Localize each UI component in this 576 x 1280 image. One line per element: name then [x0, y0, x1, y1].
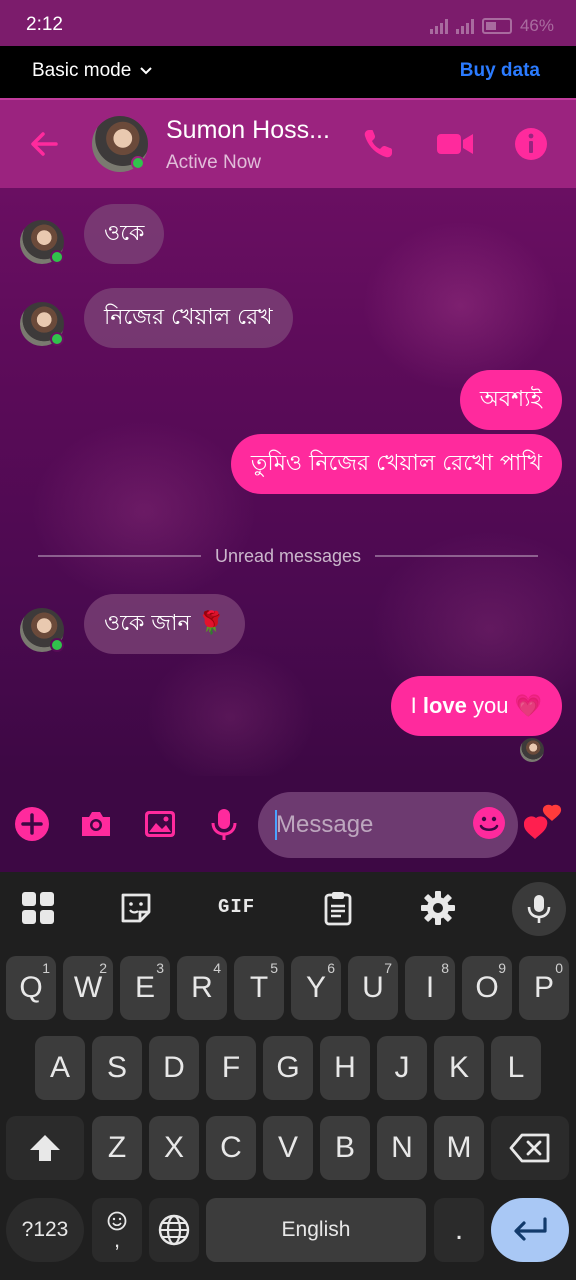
outgoing-message[interactable]: তুমিও নিজের খেয়াল রেখো পাখি	[230, 434, 562, 494]
conversation-area[interactable]: ওকে নিজের খেয়াল রেখ অবশ্যই তুমিও নিজের …	[0, 188, 576, 776]
status-indicators: 46%	[429, 16, 554, 36]
key-c[interactable]: C	[206, 1116, 256, 1180]
status-bar: 2:12 46%	[0, 0, 576, 46]
online-indicator	[50, 638, 64, 652]
microphone-icon	[527, 895, 551, 923]
key-m[interactable]: M	[434, 1116, 484, 1180]
shift-key[interactable]	[6, 1116, 84, 1180]
key-l[interactable]: L	[491, 1036, 541, 1100]
microphone-icon[interactable]	[206, 806, 242, 842]
key-g[interactable]: G	[263, 1036, 313, 1100]
backspace-icon	[509, 1133, 550, 1163]
chat-header: Sumon Hoss... Active Now	[0, 98, 576, 188]
key-t[interactable]: T5	[234, 956, 284, 1020]
divider-line	[375, 555, 539, 557]
key-d[interactable]: D	[149, 1036, 199, 1100]
key-e[interactable]: E3	[120, 956, 170, 1020]
online-indicator	[50, 250, 64, 264]
key-n[interactable]: N	[377, 1116, 427, 1180]
gif-button[interactable]: GIF	[218, 896, 258, 932]
key-f[interactable]: F	[206, 1036, 256, 1100]
message-text-prefix: I	[410, 693, 423, 718]
incoming-message[interactable]: ওকে জান 🌹	[84, 594, 245, 654]
voice-input-button[interactable]	[512, 882, 566, 936]
chevron-down-icon	[140, 67, 152, 75]
globe-icon	[158, 1214, 190, 1246]
key-a[interactable]: A	[35, 1036, 85, 1100]
message-composer	[0, 776, 576, 872]
key-i[interactable]: I8	[405, 956, 455, 1020]
basic-mode-banner: Basic mode Buy data	[0, 46, 576, 98]
key-h[interactable]: H	[320, 1036, 370, 1100]
basic-mode-dropdown[interactable]: Basic mode	[32, 60, 153, 82]
soft-keyboard: Q1 W2 E3 R4 T5 Y6 U7 I8 O9 P0 A S D F G …	[0, 944, 576, 1280]
online-indicator	[50, 332, 64, 346]
outgoing-message[interactable]: অবশ্যই	[459, 370, 562, 430]
buy-data-link[interactable]: Buy data	[460, 60, 540, 82]
key-p[interactable]: P0	[519, 956, 569, 1020]
contact-name[interactable]: Sumon Hoss...	[166, 116, 330, 145]
camera-icon[interactable]	[78, 806, 114, 842]
sticker-icon[interactable]	[118, 890, 154, 926]
language-key[interactable]	[149, 1198, 199, 1262]
key-r[interactable]: R4	[177, 956, 227, 1020]
online-indicator	[131, 156, 145, 170]
settings-gear-icon[interactable]	[420, 890, 456, 926]
unread-divider: Unread messages	[38, 544, 539, 568]
key-w[interactable]: W2	[63, 956, 113, 1020]
incoming-message[interactable]: ওকে	[84, 204, 165, 264]
seen-receipt-avatar	[520, 738, 544, 762]
video-call-icon[interactable]	[436, 126, 474, 162]
divider-line	[38, 555, 201, 557]
phone-call-icon[interactable]	[360, 126, 396, 162]
space-key[interactable]: English	[206, 1198, 426, 1262]
key-y[interactable]: Y6	[291, 956, 341, 1020]
info-icon[interactable]	[513, 126, 549, 162]
symbols-key[interactable]: ?123	[6, 1198, 84, 1262]
shift-arrow-icon	[30, 1135, 60, 1161]
backspace-key[interactable]	[491, 1116, 569, 1180]
emoji-comma-key[interactable]: ,	[92, 1198, 142, 1262]
key-s[interactable]: S	[92, 1036, 142, 1100]
period-key[interactable]: .	[434, 1198, 484, 1262]
key-k[interactable]: K	[434, 1036, 484, 1100]
contact-status: Active Now	[166, 152, 262, 173]
back-arrow-icon[interactable]	[26, 126, 62, 162]
message-text-suffix: you 💗	[466, 693, 542, 718]
text-cursor	[275, 810, 277, 840]
incoming-message[interactable]: নিজের খেয়াল রেখ	[84, 288, 293, 348]
quick-reaction-hearts-icon[interactable]	[524, 804, 566, 844]
message-text-bold: love	[422, 693, 467, 718]
key-q[interactable]: Q1	[6, 956, 56, 1020]
key-b[interactable]: B	[320, 1116, 370, 1180]
battery-icon	[481, 18, 512, 34]
gallery-icon[interactable]	[142, 806, 178, 842]
unread-label: Unread messages	[214, 545, 362, 566]
enter-arrow-icon	[514, 1217, 547, 1241]
key-o[interactable]: O9	[462, 956, 512, 1020]
enter-key[interactable]	[491, 1198, 569, 1262]
emoji-icon[interactable]	[472, 806, 506, 840]
key-v[interactable]: V	[263, 1116, 313, 1180]
plus-icon[interactable]	[14, 806, 50, 842]
clipboard-icon[interactable]	[320, 890, 356, 926]
status-time: 2:12	[26, 14, 63, 35]
battery-percent: 46%	[519, 16, 554, 35]
signal-icon	[429, 18, 448, 34]
keyboard-toolbar: GIF	[0, 872, 576, 944]
key-x[interactable]: X	[149, 1116, 199, 1180]
basic-mode-label: Basic mode	[32, 60, 132, 81]
key-j[interactable]: J	[377, 1036, 427, 1100]
apps-grid-icon[interactable]	[20, 890, 56, 926]
signal-4g-icon	[455, 18, 474, 34]
comma-label: ,	[113, 1227, 121, 1252]
key-z[interactable]: Z	[92, 1116, 142, 1180]
key-u[interactable]: U7	[348, 956, 398, 1020]
outgoing-message[interactable]: I love you 💗	[390, 676, 562, 736]
